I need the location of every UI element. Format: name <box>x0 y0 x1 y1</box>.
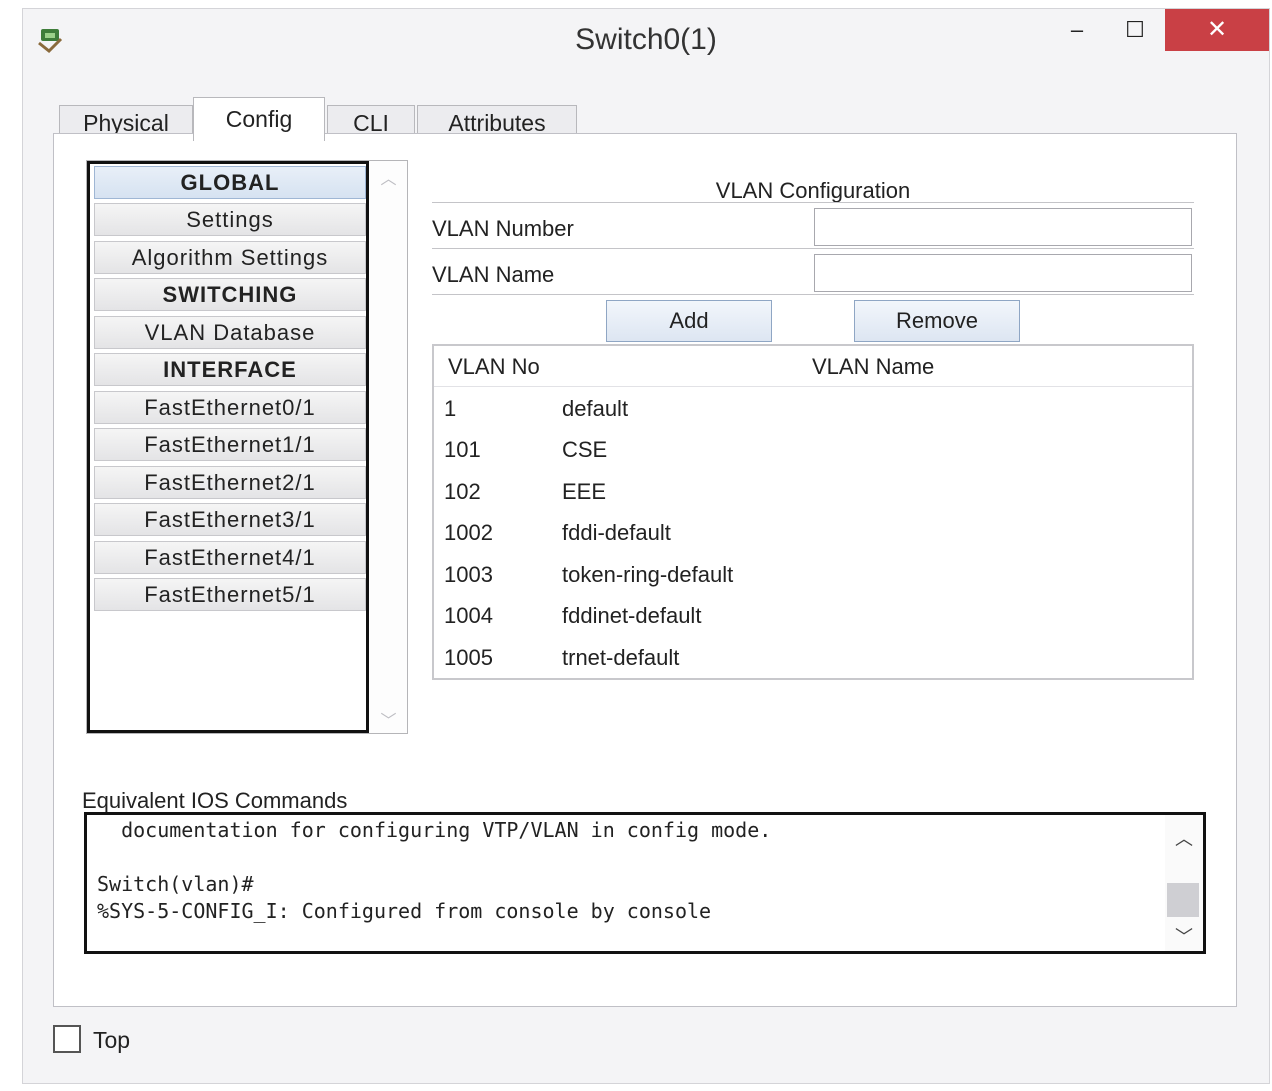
console-line: documentation for configuring VTP/VLAN i… <box>97 818 772 842</box>
vlan-name-cell: fddi-default <box>562 520 671 545</box>
tab-config[interactable]: Config <box>193 97 325 141</box>
table-row[interactable]: 1 default <box>434 388 1192 428</box>
table-row[interactable]: 1003 token-ring-default <box>434 554 1192 594</box>
chevron-down-icon[interactable]: ﹀ <box>1165 923 1203 949</box>
ios-commands-console[interactable]: documentation for configuring VTP/VLAN i… <box>84 812 1206 954</box>
top-checkbox[interactable] <box>53 1025 81 1053</box>
vlan-no-cell: 1 <box>444 396 457 421</box>
vlan-no-cell: 1003 <box>444 562 493 587</box>
nav-item-vlan-database[interactable]: VLAN Database <box>94 316 366 349</box>
ios-commands-label: Equivalent IOS Commands <box>82 788 348 813</box>
minimize-button[interactable]: – <box>1055 9 1099 51</box>
minimize-icon: – <box>1070 17 1084 42</box>
column-header-vlan-no[interactable]: VLAN No <box>448 354 540 380</box>
nav-item-fastethernet0-1[interactable]: FastEthernet0/1 <box>94 391 366 424</box>
chevron-down-icon[interactable]: ﹀ <box>370 707 407 731</box>
config-nav-list: GLOBAL Settings Algorithm Settings SWITC… <box>86 160 408 734</box>
vlan-name-input[interactable] <box>814 254 1192 292</box>
column-header-vlan-name[interactable]: VLAN Name <box>812 354 934 380</box>
vlan-name-cell: EEE <box>562 479 607 504</box>
vlan-no-cell: 1004 <box>444 603 493 628</box>
vlan-no-cell: 1002 <box>444 520 493 545</box>
add-vlan-button[interactable]: Add <box>606 300 772 342</box>
nav-list-body: GLOBAL Settings Algorithm Settings SWITC… <box>87 161 369 733</box>
vlan-number-input[interactable] <box>814 208 1192 246</box>
nav-item-fastethernet5-1[interactable]: FastEthernet5/1 <box>94 578 366 611</box>
console-line: Switch(vlan)# <box>97 872 254 896</box>
close-button[interactable]: ✕ <box>1165 9 1269 51</box>
table-row[interactable]: 101 CSE <box>434 429 1192 469</box>
nav-item-fastethernet2-1[interactable]: FastEthernet2/1 <box>94 466 366 499</box>
table-row[interactable]: 1002 fddi-default <box>434 512 1192 552</box>
vlan-name-cell: fddinet-default <box>562 603 702 628</box>
vlan-no-cell: 102 <box>444 479 481 504</box>
switch-config-window: Switch0(1) – ☐ ✕ Physical Config CLI Att… <box>22 8 1270 1084</box>
nav-item-fastethernet3-1[interactable]: FastEthernet3/1 <box>94 503 366 536</box>
chevron-up-icon[interactable]: ︿ <box>1165 825 1203 851</box>
table-row[interactable]: 102 EEE <box>434 471 1192 511</box>
vlan-name-cell: trnet-default <box>562 645 680 670</box>
divider <box>432 248 1194 249</box>
maximize-icon: ☐ <box>1125 17 1145 42</box>
scrollbar-thumb[interactable] <box>1167 883 1199 917</box>
nav-item-fastethernet4-1[interactable]: FastEthernet4/1 <box>94 541 366 574</box>
nav-item-switching[interactable]: SWITCHING <box>94 278 366 311</box>
close-icon: ✕ <box>1206 16 1228 43</box>
chevron-up-icon[interactable]: ︿ <box>370 165 407 189</box>
vlan-no-cell: 1005 <box>444 645 493 670</box>
vlan-no-cell: 101 <box>444 437 481 462</box>
console-line: %SYS-5-CONFIG_I: Configured from console… <box>97 899 712 923</box>
remove-vlan-button[interactable]: Remove <box>854 300 1020 342</box>
divider <box>432 294 1194 295</box>
nav-item-global[interactable]: GLOBAL <box>94 166 366 199</box>
vlan-table-header: VLAN No VLAN Name <box>434 346 1192 387</box>
maximize-button[interactable]: ☐ <box>1113 9 1157 51</box>
nav-item-fastethernet1-1[interactable]: FastEthernet1/1 <box>94 428 366 461</box>
ios-console-text: documentation for configuring VTP/VLAN i… <box>97 817 1161 925</box>
vlan-configuration-title: VLAN Configuration <box>715 178 911 203</box>
table-row[interactable]: 1004 fddinet-default <box>434 595 1192 635</box>
nav-scrollbar[interactable]: ︿ ﹀ <box>370 161 407 733</box>
nav-item-algorithm-settings[interactable]: Algorithm Settings <box>94 241 366 274</box>
vlan-name-label: VLAN Name <box>432 262 555 287</box>
top-checkbox-label: Top <box>93 1027 131 1053</box>
vlan-name-cell: CSE <box>562 437 608 462</box>
vlan-name-cell: token-ring-default <box>562 562 734 587</box>
table-row[interactable]: 1005 trnet-default <box>434 637 1192 677</box>
vlan-number-label: VLAN Number <box>432 216 574 241</box>
divider <box>432 202 1194 203</box>
vlan-name-cell: default <box>562 396 629 421</box>
ios-scrollbar[interactable]: ︿ ﹀ <box>1165 815 1203 951</box>
vlan-table: VLAN No VLAN Name 1 default 101 CSE 102 … <box>432 344 1194 680</box>
nav-item-interface[interactable]: INTERFACE <box>94 353 366 386</box>
nav-item-settings[interactable]: Settings <box>94 203 366 236</box>
config-panel: GLOBAL Settings Algorithm Settings SWITC… <box>53 133 1237 1007</box>
title-bar: Switch0(1) – ☐ ✕ <box>23 9 1269 69</box>
